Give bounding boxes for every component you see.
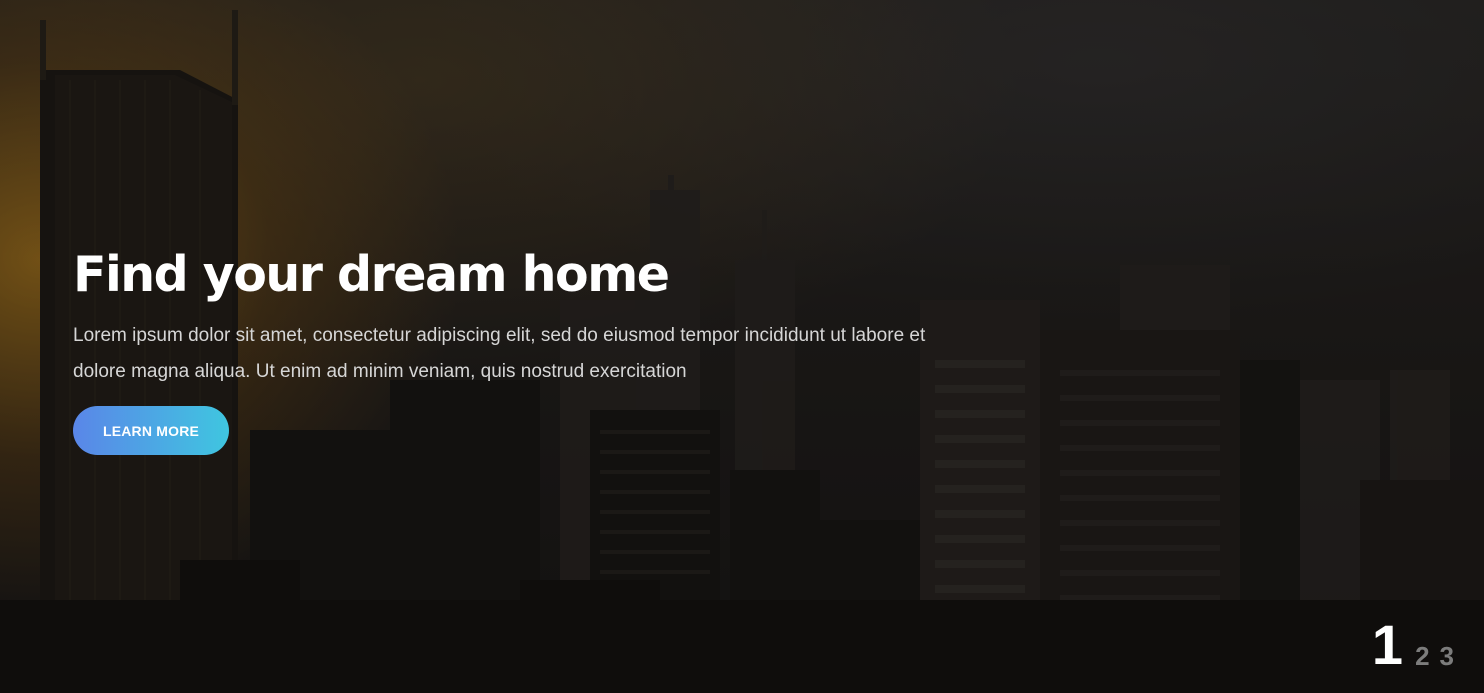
learn-more-button[interactable]: LEARN MORE (73, 406, 229, 455)
hero-description: Lorem ipsum dolor sit amet, consectetur … (73, 325, 926, 382)
slide-pagination: 1 2 3 (1372, 617, 1454, 673)
hero-title: Find your dream home (73, 246, 670, 303)
pagination-page-2[interactable]: 2 (1415, 643, 1429, 669)
hero-slider: Find your dream home Lorem ipsum dolor s… (0, 0, 1484, 693)
pagination-page-3[interactable]: 3 (1440, 643, 1454, 669)
pagination-page-1[interactable]: 1 (1372, 617, 1403, 673)
hero-content: Find your dream home Lorem ipsum dolor s… (73, 246, 993, 455)
